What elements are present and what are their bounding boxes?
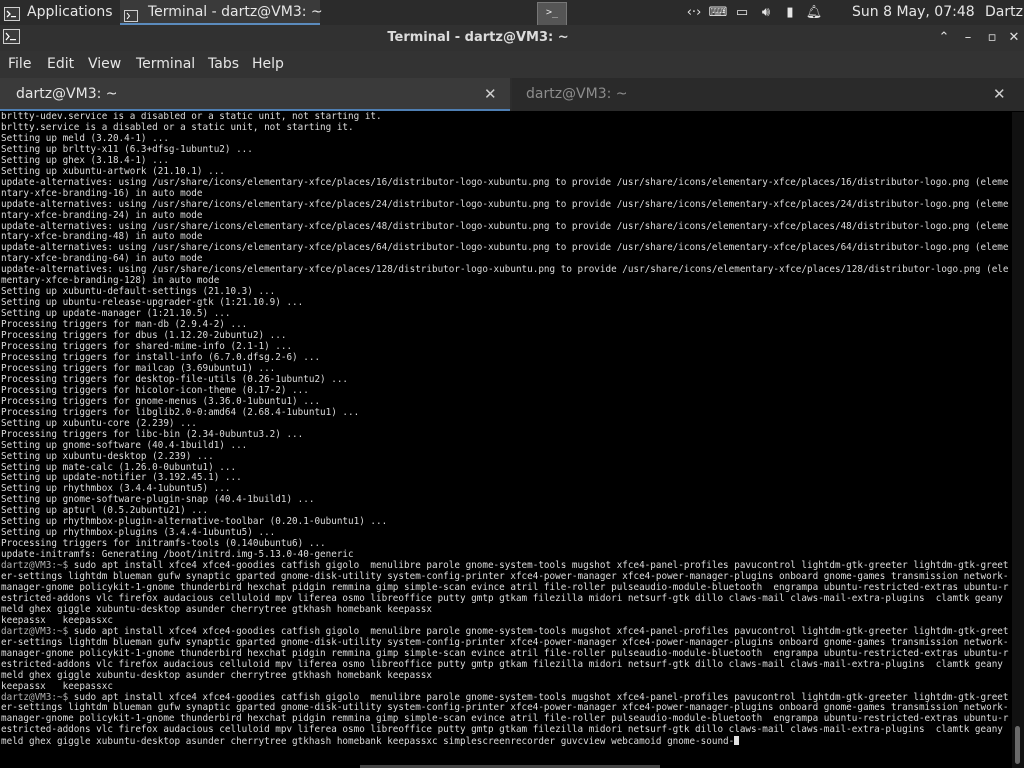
output-line: Setting up update-notifier (3.192.45.1) …	[1, 472, 242, 484]
output-line: Processing triggers for desktop-file-uti…	[1, 373, 349, 385]
output-line: Processing triggers for mailcap (3.69ubu…	[1, 362, 276, 374]
output-line: Processing triggers for initramfs-tools …	[1, 538, 326, 550]
clock[interactable]: Sun 8 May, 07:48	[852, 0, 975, 25]
output-line: Processing triggers for install-info (6.…	[1, 351, 321, 363]
tab-bar: dartz@VM3: ~ ✕ dartz@VM3: ~ ✕	[0, 78, 1024, 111]
terminal-output-area[interactable]: brltty-udev.service is a disabled or a s…	[0, 112, 1012, 768]
menu-bar: File Edit View Terminal Tabs Help	[0, 51, 1024, 78]
menu-file[interactable]: File	[8, 56, 31, 72]
output-line: update-alternatives: using /usr/share/ic…	[1, 220, 1009, 243]
maximize-button[interactable]: ▫	[982, 28, 1002, 48]
menu-edit[interactable]: Edit	[47, 56, 74, 72]
output-line: Setting up meld (3.20.4-1) ...	[1, 132, 169, 144]
output-line: Processing triggers for gnome-menus (3.3…	[1, 395, 321, 407]
output-line: Setting up xubuntu-desktop (2.239) ...	[1, 450, 214, 462]
output-line: update-alternatives: using /usr/share/ic…	[1, 242, 1009, 265]
output-line: update-alternatives: using /usr/share/ic…	[1, 264, 1009, 287]
tab-1[interactable]: dartz@VM3: ~ ✕	[0, 78, 510, 111]
output-line: Setting up ghex (3.18.4-1) ...	[1, 154, 169, 166]
output-line: Setting up rhythmbox-plugins (3.4.4-1ubu…	[1, 527, 276, 539]
output-line: Setting up xubuntu-default-settings (21.…	[1, 286, 276, 298]
output-line: Setting up xubuntu-artwork (21.10.1) ...	[1, 165, 225, 177]
command-line: sudo apt install xfce4 xfce4-goodies cat…	[1, 625, 1009, 692]
minimize-button[interactable]: –	[958, 28, 978, 48]
top-panel: Applications Terminal - dartz@VM3: ~ >_ …	[0, 0, 1024, 27]
tab-close-icon[interactable]: ✕	[993, 85, 1006, 103]
output-line: update-alternatives: using /usr/share/ic…	[1, 176, 1009, 199]
tab-2[interactable]: dartz@VM3: ~ ✕	[512, 78, 1024, 111]
notification-bell-icon[interactable]: 🔔︎	[802, 0, 826, 25]
output-line: Processing triggers for dbus (1.12.20-2u…	[1, 330, 287, 342]
output-line: Setting up mate-calc (1.26.0-0ubuntu1) .…	[1, 461, 237, 473]
output-line: Processing triggers for man-db (2.9.4-2)…	[1, 319, 248, 331]
workspace-switcher[interactable]: >_	[537, 2, 567, 27]
command-line: sudo apt install xfce4 xfce4-goodies cat…	[1, 560, 1009, 626]
output-line: Setting up gnome-software (40.4-1build1)…	[1, 439, 248, 451]
menu-tabs[interactable]: Tabs	[208, 56, 239, 72]
network-icon[interactable]: ‹·›	[682, 0, 706, 25]
shell-prompt: dartz@VM3:~$	[1, 625, 69, 637]
menu-view[interactable]: View	[88, 56, 121, 72]
output-line: update-initramfs: Generating /boot/initr…	[1, 549, 354, 561]
tab-close-icon[interactable]: ✕	[484, 85, 497, 103]
display-icon[interactable]: ▭	[730, 0, 754, 25]
keyboard-icon[interactable]: ⌨	[706, 0, 730, 25]
output-line: Setting up rhythmbox-plugin-alternative-…	[1, 516, 388, 528]
output-line: Setting up apturl (0.5.2ubuntu21) ...	[1, 505, 209, 517]
menu-help[interactable]: Help	[252, 56, 284, 72]
system-tray: ‹·› ⌨ ▭ 🔊︎ ▮ 🔔︎	[682, 0, 826, 25]
output-line: Setting up rhythmbox (3.4.4-1ubuntu5) ..…	[1, 483, 231, 495]
vertical-scrollbar[interactable]	[1012, 112, 1024, 768]
shell-prompt: dartz@VM3:~$	[1, 560, 69, 572]
tab-label: dartz@VM3: ~	[16, 86, 118, 102]
volume-icon[interactable]: 🔊︎	[754, 0, 778, 25]
output-line: Setting up ubuntu-release-upgrader-gtk (…	[1, 297, 304, 309]
output-line: Processing triggers for shared-mime-info…	[1, 341, 293, 353]
tab-label: dartz@VM3: ~	[526, 86, 628, 102]
output-line: Setting up xubuntu-core (2.239) ...	[1, 417, 197, 429]
output-line: Processing triggers for libglib2.0-0:amd…	[1, 406, 360, 418]
output-line: Processing triggers for libc-bin (2.34-0…	[1, 428, 304, 440]
window-titlebar[interactable]: Terminal - dartz@VM3: ~ ⌃ – ▫ ✕	[0, 25, 1024, 51]
command-line: sudo apt install xfce4 xfce4-goodies cat…	[1, 691, 1009, 748]
output-line: Setting up brltty-x11 (6.3+dfsg-1ubuntu2…	[1, 143, 253, 155]
close-window-button[interactable]: ✕	[1004, 28, 1024, 48]
output-line: Processing triggers for hicolor-icon-the…	[1, 384, 309, 396]
taskbar-terminal-label: Terminal - dartz@VM3: ~	[148, 4, 323, 20]
output-line: brltty-udev.service is a disabled or a s…	[1, 112, 382, 122]
taskbar-terminal-button[interactable]: Terminal - dartz@VM3: ~	[120, 0, 323, 25]
battery-icon[interactable]: ▮	[778, 0, 802, 25]
shell-prompt: dartz@VM3:~$	[1, 691, 69, 703]
terminal-text: brltty-udev.service is a disabled or a s…	[1, 112, 1011, 748]
applications-menu[interactable]: Applications	[27, 0, 113, 25]
user-menu[interactable]: Dartz	[985, 0, 1023, 25]
text-cursor	[734, 736, 740, 746]
scrollbar-thumb[interactable]	[1015, 726, 1020, 764]
window-shade-button[interactable]: ⌃	[934, 28, 954, 48]
output-line: brltty.service is a disabled or a static…	[1, 121, 354, 133]
menu-terminal[interactable]: Terminal	[136, 56, 195, 72]
output-line: Setting up update-manager (1:21.10.5) ..…	[1, 308, 231, 320]
output-line: update-alternatives: using /usr/share/ic…	[1, 198, 1009, 221]
window-title: Terminal - dartz@VM3: ~	[387, 30, 569, 45]
output-line: Setting up gnome-software-plugin-snap (4…	[1, 494, 315, 506]
